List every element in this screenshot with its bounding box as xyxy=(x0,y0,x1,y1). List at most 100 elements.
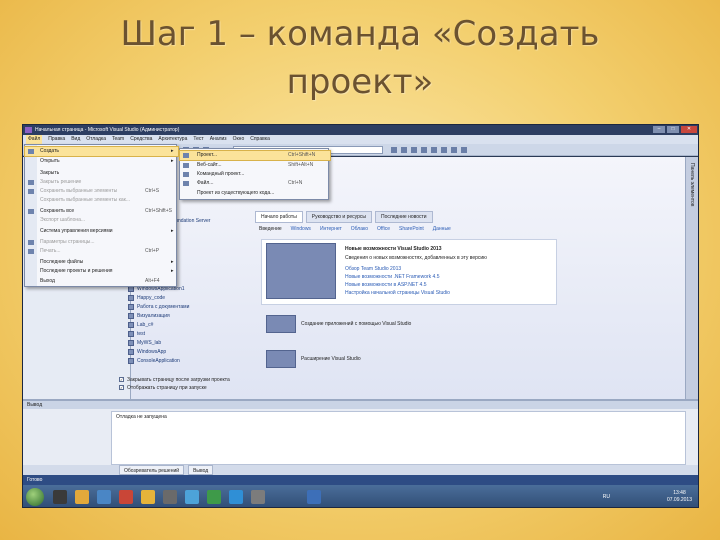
recent-project-item[interactable]: WindowsApp xyxy=(128,348,166,356)
menu-item-page-setup[interactable]: Параметры страницы... xyxy=(25,238,178,247)
menu-item-exit[interactable]: Выход Alt+F4 xyxy=(25,277,178,286)
menubar: Файл Правка Вид Отладка Team Средства Ар… xyxy=(23,135,698,144)
menu-item-save-selected[interactable]: Сохранить выбранные элементы Ctrl+S xyxy=(25,187,178,196)
menu-window[interactable]: Окно xyxy=(233,135,245,144)
show-on-startup-checkbox[interactable]: ✓ Отображать страницу при запуске xyxy=(119,384,207,391)
submenu-item-team-project[interactable]: Командный проект... xyxy=(180,170,330,179)
toolbar-button-4[interactable] xyxy=(391,147,397,153)
submenu-item-project[interactable]: Проект... Ctrl+Shift+N xyxy=(179,150,331,161)
new-icon xyxy=(28,149,34,154)
menu-item-source-control[interactable]: Система управления версиями ▸ xyxy=(25,227,178,236)
menu-file[interactable]: Файл xyxy=(26,135,43,144)
menu-debug[interactable]: Отладка xyxy=(86,135,106,144)
menu-item-create[interactable]: Создать ▸ xyxy=(24,146,179,157)
menu-item-close-solution[interactable]: Закрыть решение xyxy=(25,178,178,187)
start-button[interactable] xyxy=(26,488,44,506)
menu-help[interactable]: Справка xyxy=(250,135,270,144)
menu-tools[interactable]: Средства xyxy=(130,135,152,144)
close-button[interactable]: ✕ xyxy=(681,126,697,133)
submenu-item-project-from-code[interactable]: Проект из существующего кода... xyxy=(180,189,330,198)
menu-item-recent-projects[interactable]: Последние проекты и решения ▸ xyxy=(25,267,178,276)
menu-item-open[interactable]: Открыть ▸ xyxy=(25,157,178,166)
recent-project-item[interactable]: MyWS_lab xyxy=(128,339,161,347)
output-text[interactable]: Отладка не запущена xyxy=(111,411,686,465)
taskbar-app-icon[interactable] xyxy=(251,490,265,504)
menu-item-save-selected-as[interactable]: Сохранить выбранные элементы как... xyxy=(25,196,178,205)
recent-project-item[interactable]: Визуализация xyxy=(128,312,170,320)
toolbar-button-8[interactable] xyxy=(431,147,437,153)
taskbar-app-icon[interactable] xyxy=(53,490,67,504)
subtab-sharepoint[interactable]: SharePoint xyxy=(399,226,424,232)
submenu-item-file[interactable]: Файл... Ctrl+N xyxy=(180,179,330,188)
subtab-data[interactable]: Данные xyxy=(433,226,451,232)
tab-getting-started[interactable]: Начало работы xyxy=(255,211,303,223)
checkbox-checked-icon: ✓ xyxy=(119,377,124,382)
toolbar-button-9[interactable] xyxy=(441,147,447,153)
subtab-cloud[interactable]: Облако xyxy=(351,226,368,232)
toolbar-button-7[interactable] xyxy=(421,147,427,153)
whats-new-link[interactable]: Обзор Team Studio 2013 xyxy=(345,266,401,272)
toolbar-button-5[interactable] xyxy=(401,147,407,153)
taskbar-app-icon[interactable] xyxy=(163,490,177,504)
whats-new-link[interactable]: Новые возможности .NET Framework 4.5 xyxy=(345,274,439,280)
project-icon xyxy=(128,313,134,319)
maximize-button[interactable]: □ xyxy=(667,126,679,133)
menu-item-export-template[interactable]: Экспорт шаблона... xyxy=(25,216,178,225)
menu-item-print[interactable]: Печать... Ctrl+P xyxy=(25,247,178,256)
subtab-office[interactable]: Office xyxy=(377,226,390,232)
menu-analyze[interactable]: Анализ xyxy=(210,135,227,144)
file-menu-dropdown: Создать ▸ Открыть ▸ Закрыть Закрыть решени… xyxy=(24,144,179,287)
menu-team[interactable]: Team xyxy=(112,135,124,144)
menu-item-recent-files[interactable]: Последние файлы ▸ xyxy=(25,258,178,267)
menu-item-save-all[interactable]: Сохранить все Ctrl+Shift+S xyxy=(25,207,178,216)
tab-solution-explorer[interactable]: Обозреватель решений xyxy=(119,465,185,475)
bottom-tabs: Обозреватель решений Вывод xyxy=(23,465,698,475)
status-bar: Готово xyxy=(23,475,698,485)
subtab-web[interactable]: Интернет xyxy=(320,226,342,232)
taskbar-app-icon[interactable] xyxy=(207,490,221,504)
language-indicator[interactable]: RU xyxy=(603,494,610,500)
toolbox-strip[interactable]: Панель элементов xyxy=(685,157,698,399)
taskbar-app-icon[interactable] xyxy=(119,490,133,504)
menu-edit[interactable]: Правка xyxy=(48,135,65,144)
recent-project-item[interactable]: Lab_c# xyxy=(128,321,153,329)
menu-test[interactable]: Тест xyxy=(193,135,203,144)
recent-project-item[interactable]: test xyxy=(128,330,145,338)
taskbar-app-icon[interactable] xyxy=(185,490,199,504)
minimize-button[interactable]: – xyxy=(653,126,665,133)
subtab-intro[interactable]: Введение xyxy=(259,226,282,232)
extend-vs-title[interactable]: Расширение Visual Studio xyxy=(301,356,361,362)
toolbar-button-11[interactable] xyxy=(461,147,467,153)
menu-architecture[interactable]: Архитектура xyxy=(158,135,187,144)
vs-screenshot: Начальная страница - Microsoft Visual St… xyxy=(22,124,699,508)
recent-project-item[interactable]: Работа с документами xyxy=(128,303,189,311)
toolbar-button-6[interactable] xyxy=(411,147,417,153)
toolbar-button-10[interactable] xyxy=(451,147,457,153)
window-titlebar[interactable]: Начальная страница - Microsoft Visual St… xyxy=(23,125,698,135)
submenu-item-website[interactable]: Веб-сайт... Shift+Alt+N xyxy=(180,161,330,170)
subtab-windows[interactable]: Windows xyxy=(291,226,311,232)
menu-item-close[interactable]: Закрыть xyxy=(25,169,178,178)
create-apps-title[interactable]: Создание приложений с помощью Visual Stu… xyxy=(301,321,411,327)
tab-output[interactable]: Вывод xyxy=(188,465,214,475)
toolbox-label: Панель элементов xyxy=(689,163,695,207)
taskbar: RU 13:48 07.09.2013 xyxy=(23,485,698,507)
recent-project-item[interactable]: ConsoleApplication xyxy=(128,357,180,365)
tab-guidance[interactable]: Руководство и ресурсы xyxy=(305,211,372,223)
whats-new-link[interactable]: Новые возможности в ASP.NET 4.5 xyxy=(345,282,427,288)
recent-project-item[interactable]: Happy_code xyxy=(128,294,165,302)
taskbar-app-icon[interactable] xyxy=(229,490,243,504)
whats-new-link[interactable]: Настройка начальной страницы Visual Stud… xyxy=(345,290,450,296)
menu-view[interactable]: Вид xyxy=(71,135,80,144)
taskbar-app-icon[interactable] xyxy=(97,490,111,504)
taskbar-app-icon[interactable] xyxy=(75,490,89,504)
new-file-icon xyxy=(183,181,189,186)
taskbar-app-icon[interactable] xyxy=(307,490,321,504)
visual-studio-icon xyxy=(25,127,32,133)
whats-new-title[interactable]: Новые возможности Visual Studio 2013 xyxy=(345,246,442,252)
taskbar-app-icon[interactable] xyxy=(141,490,155,504)
clock[interactable]: 13:48 07.09.2013 xyxy=(667,490,692,504)
page-setup-icon xyxy=(28,240,34,245)
tab-latest-news[interactable]: Последние новости xyxy=(374,211,433,223)
close-after-load-checkbox[interactable]: ✓ Закрывать страницу после загрузки проек… xyxy=(119,376,230,383)
